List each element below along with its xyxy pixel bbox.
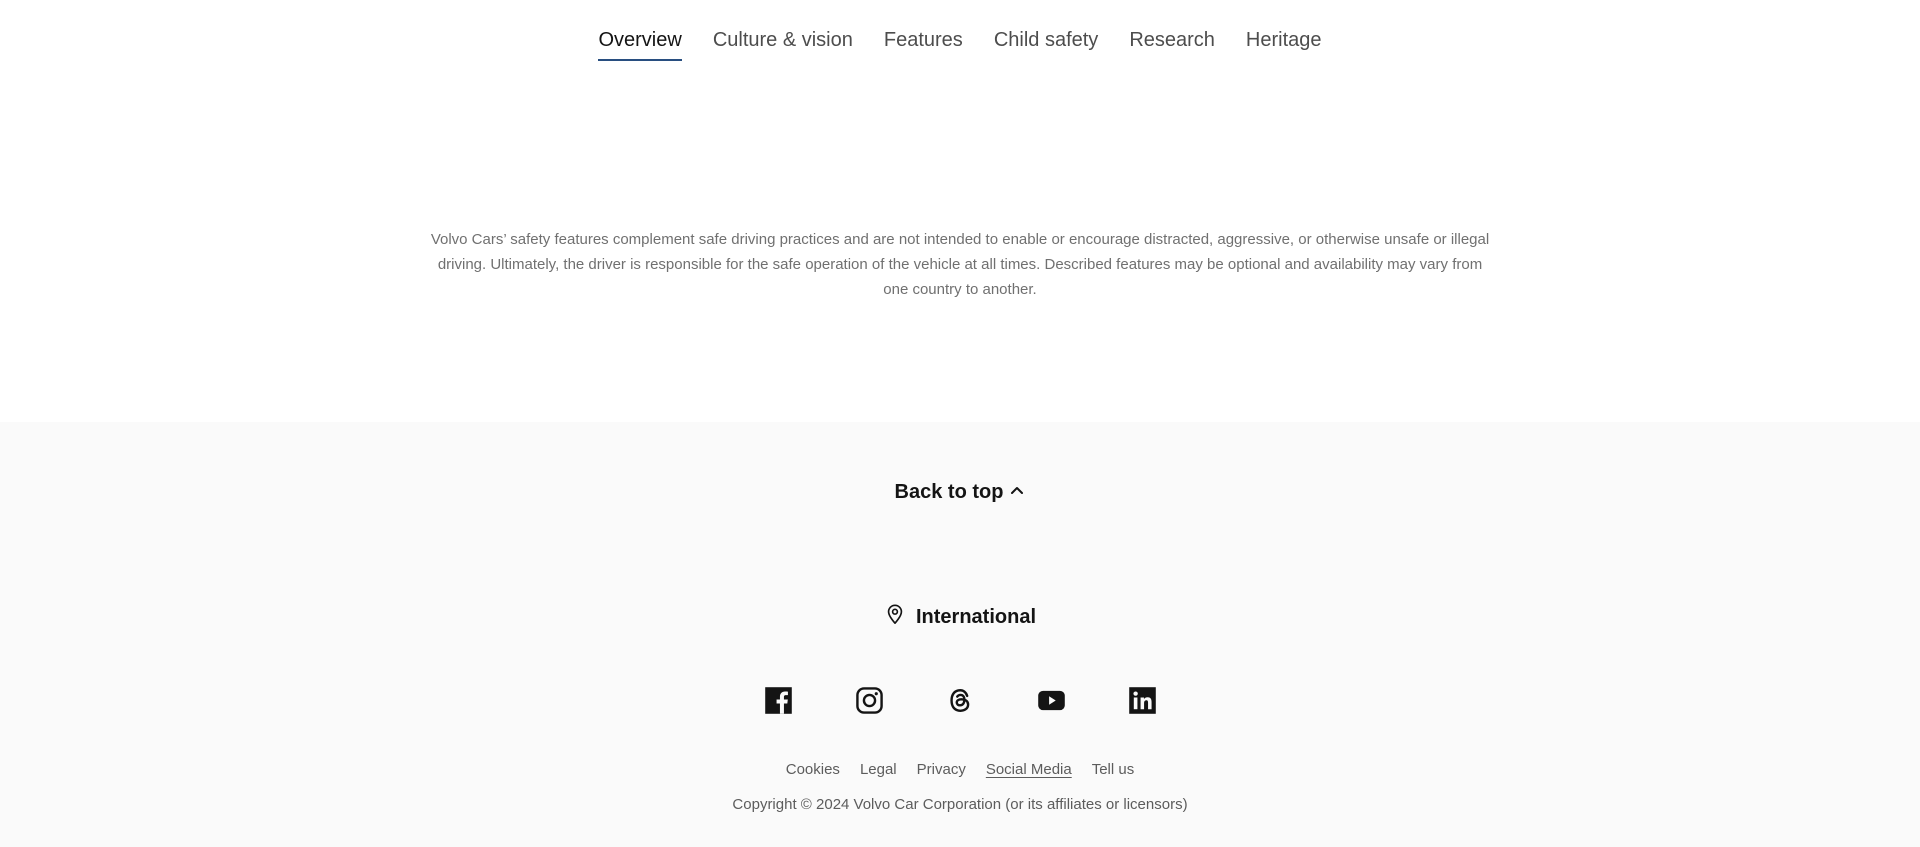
- safety-disclaimer: Volvo Cars’ safety features complement s…: [430, 231, 1490, 298]
- footer: Back to top International Cookies Legal …: [0, 422, 1920, 847]
- subnav-tab-list: Overview Culture & vision Features Child…: [598, 0, 1322, 90]
- back-to-top-button[interactable]: Back to top: [0, 481, 1920, 504]
- link-legal[interactable]: Legal: [860, 761, 897, 778]
- chevron-up-icon: [1009, 481, 1025, 504]
- link-tell-us[interactable]: Tell us: [1092, 761, 1135, 778]
- threads-icon[interactable]: [946, 686, 975, 715]
- link-privacy[interactable]: Privacy: [917, 761, 966, 778]
- tab-child-safety[interactable]: Child safety: [994, 27, 1099, 59]
- social-links: [0, 686, 1920, 715]
- instagram-icon[interactable]: [855, 686, 884, 715]
- page: Overview Culture & vision Features Child…: [0, 0, 1920, 847]
- facebook-icon[interactable]: [764, 686, 793, 715]
- tab-features[interactable]: Features: [884, 27, 963, 59]
- link-cookies[interactable]: Cookies: [786, 761, 840, 778]
- tab-heritage[interactable]: Heritage: [1246, 27, 1322, 59]
- location-pin-icon: [884, 603, 906, 631]
- region-selector[interactable]: International: [0, 603, 1920, 631]
- back-to-top-label: Back to top: [894, 481, 1004, 503]
- tab-overview[interactable]: Overview: [598, 27, 683, 61]
- region-label: International: [915, 605, 1036, 628]
- tab-research[interactable]: Research: [1129, 27, 1215, 59]
- youtube-icon[interactable]: [1037, 686, 1066, 715]
- copyright: Copyright © 2024 Volvo Car Corporation (…: [732, 796, 1188, 813]
- linkedin-icon[interactable]: [1128, 686, 1157, 715]
- link-social-media[interactable]: Social Media: [986, 761, 1072, 778]
- section-subnav: Overview Culture & vision Features Child…: [0, 0, 1920, 90]
- legal-links: Cookies Legal Privacy Social Media Tell …: [0, 761, 1920, 778]
- tab-culture-vision[interactable]: Culture & vision: [713, 27, 853, 59]
